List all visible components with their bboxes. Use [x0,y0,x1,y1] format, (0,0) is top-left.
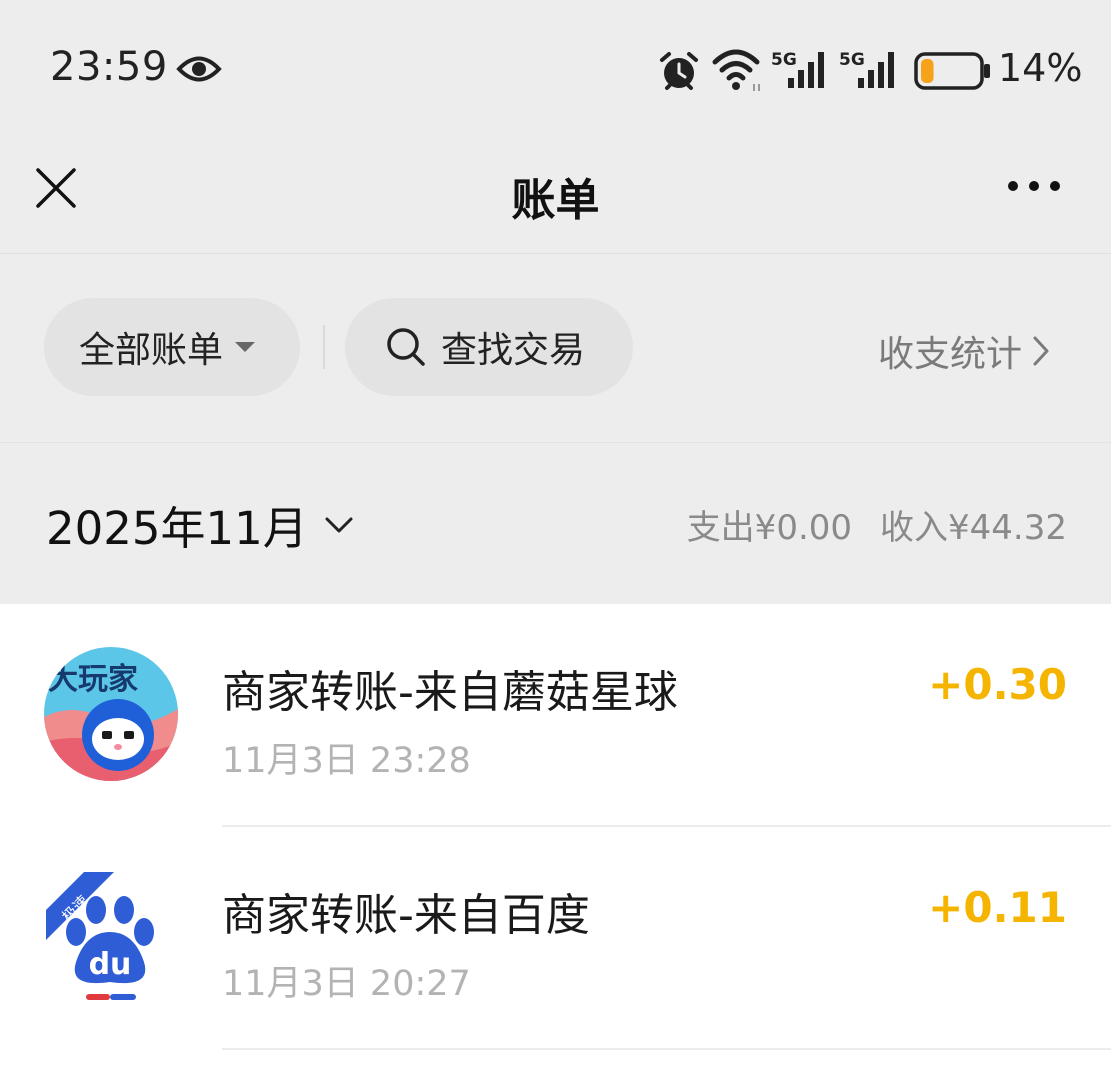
battery-fill [921,59,934,83]
search-transactions-button[interactable]: 查找交易 [345,298,633,396]
month-summary: 支出¥0.00 收入¥44.32 [687,500,1067,549]
avatar-text: du [89,947,132,982]
all-bills-dropdown[interactable]: 全部账单 [44,298,300,396]
more-icon[interactable] [1006,174,1062,198]
stats-label: 收支统计 [878,334,1023,375]
transaction-time: 11月3日 23:28 [222,741,471,781]
status-bar: 23:59 5G 5G 14% [0,0,1111,140]
transaction-list: 大玩家 商家转账-来自蘑菇星球 11月3日 23:28 +0.30 极速 du … [0,604,1111,1080]
transaction-amount: +0.30 [928,660,1067,709]
avatar-text: 大玩家 [48,662,138,697]
caret-down-icon [235,342,256,352]
chevron-down-icon [325,517,353,532]
baidu-logo-icon: 极速 du [46,872,154,1000]
signal-icon: 5G [771,50,824,88]
income-total: 收入¥44.32 [880,508,1067,548]
signal-label: 5G [771,50,797,70]
search-label: 查找交易 [441,330,586,371]
transaction-title: 商家转账-来自蘑菇星球 [222,667,678,718]
month-label: 2025年11月 [46,502,308,555]
status-time: 23:59 [50,44,168,90]
alarm-icon [660,52,698,90]
all-bills-label: 全部账单 [79,330,224,371]
wifi-icon [712,49,760,91]
mushroom-planet-logo-icon: 大玩家 [44,647,178,781]
page-title: 账单 [511,175,600,226]
transaction-time: 11月3日 20:27 [222,964,471,1004]
transaction-row[interactable]: 大玩家 商家转账-来自蘑菇星球 11月3日 23:28 +0.30 [0,604,1111,827]
chevron-right-icon [1033,336,1049,366]
transaction-amount: +0.11 [928,883,1067,932]
expense-total: 支出¥0.00 [686,508,853,548]
row-divider [222,1048,1111,1050]
filter-bar: 全部账单 查找交易 收支统计 [0,255,1111,443]
eye-icon [176,56,222,82]
income-expense-stats-link[interactable]: 收支统计 [878,325,1050,377]
filter-divider [323,325,325,369]
search-icon [387,328,425,366]
transaction-row[interactable]: 极速 du 商家转账-来自百度 11月3日 20:27 +0.11 [0,827,1111,1050]
battery-icon [914,52,990,90]
month-header: 2025年11月 支出¥0.00 收入¥44.32 [0,444,1111,604]
title-bar: 账单 [0,140,1111,254]
signal-icon: 5G [839,50,894,88]
transaction-title: 商家转账-来自百度 [222,890,590,941]
month-picker[interactable]: 2025年11月 [46,492,354,557]
signal-label: 5G [839,50,865,70]
battery-percent: 14% [998,46,1083,90]
